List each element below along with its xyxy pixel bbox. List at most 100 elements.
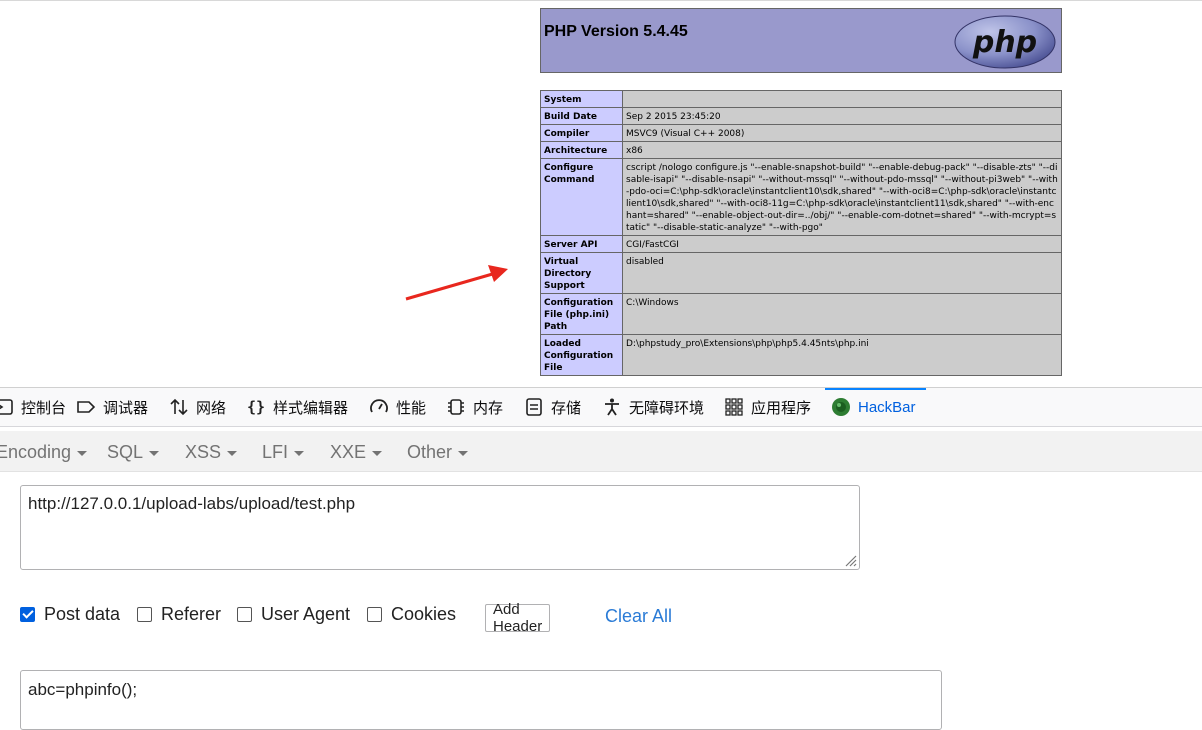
checkbox-checked-icon[interactable] [20,607,35,622]
memory-icon [448,399,464,415]
menu-label: SQL [107,442,144,462]
tab-label: 应用程序 [751,399,812,417]
tab-label: 样式编辑器 [273,399,349,417]
tab-label: 控制台 [21,399,67,417]
row-value: C:\Windows [622,293,1062,335]
menu-label: XSS [185,442,222,462]
hackbar-icon [832,398,850,416]
row-value: D:\phpstudy_pro\Extensions\php\php5.4.45… [622,334,1062,376]
row-value: cscript /nologo configure.js "--enable-s… [622,158,1062,236]
phpinfo-header: PHP Version 5.4.45 php [540,8,1062,73]
network-icon [170,398,188,416]
cookies-checkbox[interactable]: Cookies [367,604,456,625]
row-label: Build Date [540,107,623,125]
row-label: Configure Command [540,158,623,236]
table-row: Compiler MSVC9 (Visual C++ 2008) [540,124,1062,142]
annotation-arrow-icon [405,265,508,301]
menu-label: Encoding [0,442,72,462]
post-body-value: abc=phpinfo(); [28,680,138,699]
row-value: Sep 2 2015 23:45:20 [622,107,1062,125]
row-value: CGI/FastCGI [622,235,1062,253]
url-value: http://127.0.0.1/upload-labs/upload/test… [28,494,356,513]
row-label: Loaded Configuration File [540,334,623,376]
chevron-down-icon [227,451,238,456]
checkbox-icon[interactable] [367,607,382,622]
row-value: x86 [622,141,1062,159]
tab-memory[interactable]: 内存 [446,388,503,426]
referer-checkbox[interactable]: Referer [137,604,221,625]
tab-label: 内存 [473,399,504,417]
tab-label: 网络 [196,399,227,417]
row-label: Compiler [540,124,623,142]
hackbar-menubar: Encoding SQL XSS LFI XXE Other [0,431,1202,472]
php-logo-text: php [972,25,1037,60]
table-row: System [540,90,1062,108]
svg-text:{}: {} [247,398,265,416]
accessibility-icon [605,398,619,416]
menu-xss[interactable]: XSS [185,442,238,463]
row-value [622,90,1062,108]
row-label: Server API [540,235,623,253]
chevron-down-icon [372,451,383,456]
option-label: Referer [161,604,222,624]
console-icon [0,399,13,415]
table-row: Architecture x86 [540,141,1062,159]
chevron-down-icon [458,451,469,456]
option-label: Post data [44,604,121,624]
tab-application[interactable]: 应用程序 [724,388,811,426]
user-agent-checkbox[interactable]: User Agent [237,604,350,625]
table-row: Build Date Sep 2 2015 23:45:20 [540,107,1062,125]
chevron-down-icon [149,451,160,456]
resize-grip-icon[interactable] [841,551,857,567]
performance-icon [370,399,388,413]
menu-lfi[interactable]: LFI [262,442,305,463]
clear-all-link[interactable]: Clear All [605,606,672,627]
post-data-checkbox[interactable]: Post data [20,604,120,625]
checkbox-icon[interactable] [137,607,152,622]
row-label: Virtual Directory Support [540,252,623,294]
menu-label: Other [407,442,453,462]
table-row: Virtual Directory Support disabled [540,252,1062,294]
row-value: disabled [622,252,1062,294]
menu-label: XXE [330,442,367,462]
php-version-title: PHP Version 5.4.45 [544,23,688,40]
php-logo-icon: php [954,15,1056,69]
add-header-button[interactable]: Add Header [485,601,551,635]
table-row: Loaded Configuration File D:\phpstudy_pro… [540,334,1062,376]
tab-console[interactable]: 控制台 [0,388,66,426]
menu-label: LFI [262,442,289,462]
menu-xxe[interactable]: XXE [330,442,383,463]
table-row: Server API CGI/FastCGI [540,235,1062,253]
menu-sql[interactable]: SQL [107,442,160,463]
menu-encoding[interactable]: Encoding [0,442,88,463]
checkbox-icon[interactable] [237,607,252,622]
table-row: Configure Command cscript /nologo configu… [540,158,1062,236]
tab-label: HackBar [858,398,916,416]
option-label: User Agent [261,604,351,624]
tab-network[interactable]: 网络 [169,388,226,426]
row-label: Configuration File (php.ini) Path [540,293,623,335]
phpinfo-table: System Build Date Sep 2 2015 23:45:20 Com… [540,90,1062,376]
menu-other[interactable]: Other [407,442,469,463]
post-body-input[interactable]: abc=phpinfo(); [20,670,942,730]
url-input[interactable]: http://127.0.0.1/upload-labs/upload/test… [20,485,860,570]
tab-label: 无障碍环境 [629,399,705,417]
row-label: System [540,90,623,108]
storage-icon [526,398,542,416]
row-label: Architecture [540,141,623,159]
tab-hackbar[interactable]: HackBar [825,388,926,426]
tab-label: 调试器 [103,399,149,417]
devtools-tabbar: 控制台 调试器 网络 {} 样式编辑器 性能 内存 存储 无障碍环境 应用程序 … [0,388,1202,427]
row-value: MSVC9 (Visual C++ 2008) [622,124,1062,142]
tab-debugger[interactable]: 调试器 [76,388,148,426]
tab-style-editor[interactable]: {} 样式编辑器 [246,388,348,426]
chevron-down-icon [294,451,305,456]
style-editor-icon: {} [247,398,265,416]
tab-storage[interactable]: 存储 [524,388,581,426]
tab-label: 存储 [551,399,582,417]
debugger-icon [77,401,96,413]
tab-performance[interactable]: 性能 [369,388,426,426]
devtools-panel: 控制台 调试器 网络 {} 样式编辑器 性能 内存 存储 无障碍环境 应用程序 … [0,387,1202,730]
tab-accessibility[interactable]: 无障碍环境 [602,388,704,426]
top-divider [0,0,1202,1]
